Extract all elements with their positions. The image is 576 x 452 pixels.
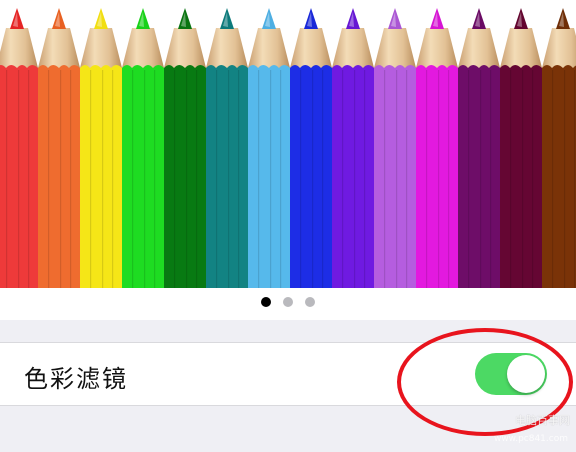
- pencil-2: [38, 0, 80, 288]
- pencil-8: [290, 0, 332, 288]
- pencil-1: [0, 0, 38, 288]
- pencil-10: [374, 0, 416, 288]
- color-filter-preview-carousel[interactable]: [0, 0, 576, 320]
- page-indicator[interactable]: [0, 297, 576, 309]
- pencil-5: [164, 0, 206, 288]
- pencil-11: [416, 0, 458, 288]
- watermark-subtext: www.pc841.com: [493, 434, 568, 444]
- pencil-7: [248, 0, 290, 288]
- pencil-14: [542, 0, 576, 288]
- pencil-4: [122, 0, 164, 288]
- pencil-12: [458, 0, 500, 288]
- page-dot-3[interactable]: [305, 297, 315, 307]
- pencil-6: [206, 0, 248, 288]
- color-filter-toggle[interactable]: [475, 353, 547, 395]
- pencil-9: [332, 0, 374, 288]
- toggle-knob: [507, 355, 545, 393]
- page-dot-1[interactable]: [261, 297, 271, 307]
- page-dot-2[interactable]: [283, 297, 293, 307]
- pencil-image: [0, 0, 576, 288]
- color-filter-label: 色彩滤镜: [24, 365, 128, 393]
- pencil-13: [500, 0, 542, 288]
- pencil-3: [80, 0, 122, 288]
- color-filter-row: 色彩滤镜: [0, 342, 576, 406]
- watermark-text: 电脑百事网: [515, 414, 570, 427]
